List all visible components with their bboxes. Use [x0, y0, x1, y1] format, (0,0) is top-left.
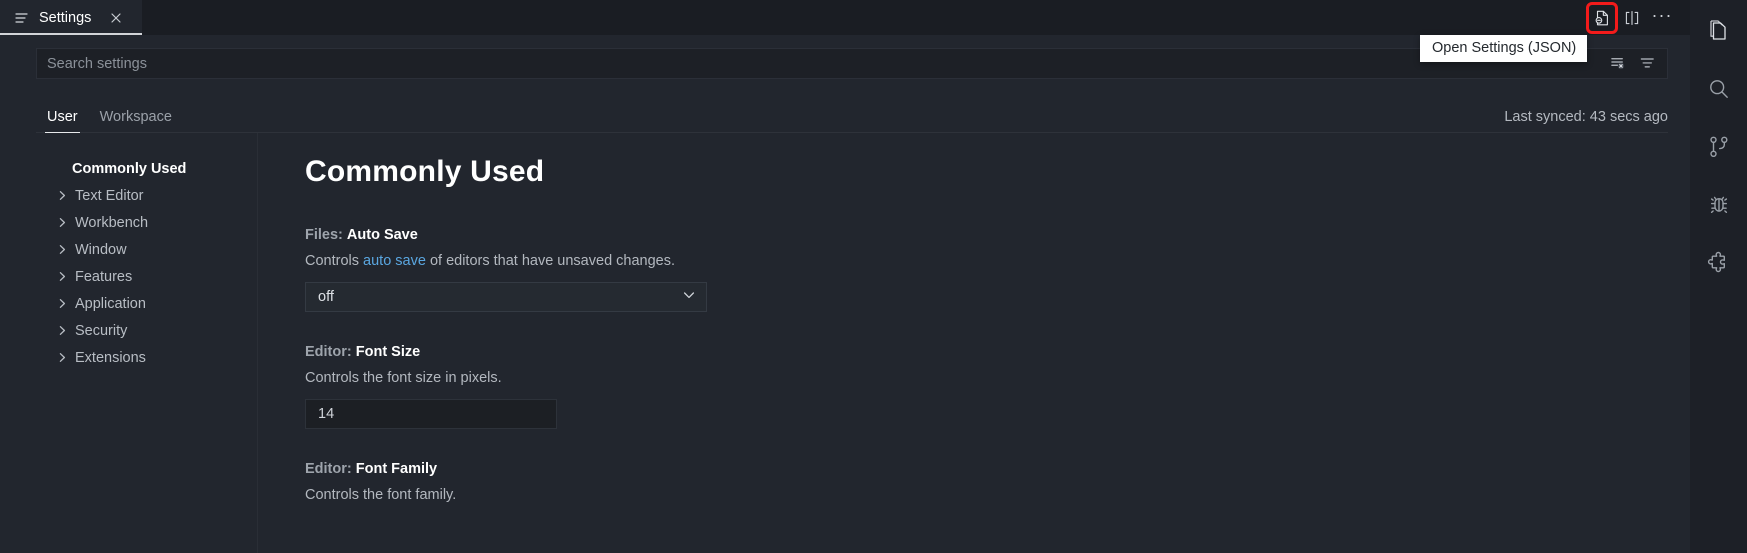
settings-content: Commonly Used Text Editor Workbench Wind…	[0, 133, 1690, 553]
filter-settings-icon[interactable]	[1637, 54, 1657, 74]
chevron-right-icon	[54, 323, 70, 339]
source-control-branch-icon	[1706, 134, 1732, 160]
chevron-right-icon	[54, 215, 70, 231]
chevron-right-icon	[54, 242, 70, 258]
chevron-right-icon	[54, 188, 70, 204]
toc-item-workbench[interactable]: Workbench	[36, 209, 257, 236]
toc-item-label: Window	[75, 241, 127, 258]
setting-category: Editor:	[305, 344, 352, 360]
activity-bar-item-explorer[interactable]	[1690, 4, 1747, 58]
toc-item-label: Commonly Used	[72, 160, 187, 177]
setting-files-auto-save: Files: Auto Save Controls auto save of e…	[305, 227, 1690, 312]
setting-name: Font Size	[355, 344, 421, 360]
toc-item-label: Security	[75, 322, 128, 339]
setting-editor-font-size: Editor: Font Size Controls the font size…	[305, 344, 1690, 429]
tooltip-open-settings-json: Open Settings (JSON)	[1420, 35, 1588, 62]
toc-item-window[interactable]: Window	[36, 236, 257, 263]
toc-item-label: Application	[75, 295, 146, 312]
editor-tab-bar: Settings ···	[0, 0, 1690, 35]
font-size-input[interactable]: 14	[305, 399, 557, 429]
activity-bar	[1690, 0, 1747, 553]
tab-label: Settings	[39, 9, 92, 26]
toc-item-label: Extensions	[75, 349, 146, 366]
more-actions-button[interactable]: ···	[1648, 4, 1676, 32]
toc-item-label: Features	[75, 268, 133, 285]
setting-name: Auto Save	[346, 227, 418, 243]
setting-title: Editor: Font Family	[305, 461, 1690, 477]
desc-text-after: of editors that have unsaved changes.	[425, 253, 676, 269]
settings-list: Commonly Used Files: Auto Save Controls …	[258, 133, 1690, 553]
activity-bar-item-run-and-debug[interactable]	[1690, 178, 1747, 232]
settings-toc: Commonly Used Text Editor Workbench Wind…	[36, 133, 258, 553]
close-icon[interactable]	[106, 8, 126, 28]
run-and-debug-bug-icon	[1706, 192, 1732, 218]
search-icon	[1706, 76, 1732, 102]
setting-name: Font Family	[355, 461, 438, 477]
search-actions	[1600, 54, 1657, 74]
open-settings-json-button[interactable]	[1586, 1, 1618, 34]
auto-save-value: off	[318, 289, 334, 305]
desc-text-before: Controls	[305, 253, 364, 269]
tab-workspace[interactable]: Workspace	[89, 105, 183, 132]
toc-item-commonly-used[interactable]: Commonly Used	[36, 155, 257, 182]
tab-bar-spacer	[143, 0, 1588, 35]
toc-item-label: Text Editor	[75, 187, 144, 204]
toc-item-features[interactable]: Features	[36, 263, 257, 290]
explorer-files-icon	[1706, 18, 1732, 44]
chevron-right-icon	[54, 269, 70, 285]
setting-title: Files: Auto Save	[305, 227, 1690, 243]
chevron-down-icon	[682, 288, 696, 306]
auto-save-dropdown[interactable]: off	[305, 282, 707, 312]
page-title: Commonly Used	[305, 155, 545, 188]
tab-user[interactable]: User	[36, 105, 89, 133]
settings-scope-tabs: User Workspace	[36, 105, 183, 133]
setting-editor-font-family: Editor: Font Family Controls the font fa…	[305, 461, 1690, 503]
toc-item-label: Workbench	[75, 214, 149, 231]
chevron-right-icon	[54, 350, 70, 366]
setting-title: Editor: Font Size	[305, 344, 1690, 360]
auto-save-link[interactable]: auto save	[363, 253, 426, 269]
toc-item-application[interactable]: Application	[36, 290, 257, 317]
ellipsis-icon: ···	[1651, 4, 1673, 25]
setting-description: Controls the font size in pixels.	[305, 370, 502, 386]
tab-settings[interactable]: Settings	[0, 0, 143, 35]
activity-bar-item-search[interactable]	[1690, 62, 1747, 116]
activity-bar-item-extensions[interactable]	[1690, 236, 1747, 290]
setting-description: Controls the font family.	[305, 487, 457, 503]
editor-action-bar: ···	[1586, 0, 1690, 35]
settings-lines-icon	[14, 10, 30, 26]
sync-status-label: Last synced: 43 secs ago	[1504, 109, 1668, 125]
editor-column: Settings ··· Search settings User Worksp…	[0, 0, 1690, 553]
toc-item-extensions[interactable]: Extensions	[36, 344, 257, 371]
clear-search-results-icon[interactable]	[1608, 54, 1628, 74]
extensions-puzzle-icon	[1706, 250, 1732, 276]
settings-scope-row: User Workspace Last synced: 43 secs ago	[36, 97, 1668, 133]
search-input[interactable]	[47, 55, 1600, 72]
activity-bar-item-source-control[interactable]	[1690, 120, 1747, 174]
setting-category: Editor:	[305, 461, 352, 477]
setting-description: Controls auto save of editors that have …	[305, 253, 1690, 269]
toc-item-text-editor[interactable]: Text Editor	[36, 182, 257, 209]
settings-editor: User Workspace Last synced: 43 secs ago …	[0, 35, 1690, 553]
split-editor-button[interactable]	[1618, 4, 1646, 32]
chevron-right-icon	[54, 296, 70, 312]
vscode-window: Settings ··· Search settings User Worksp…	[0, 0, 1747, 553]
setting-category: Files:	[305, 227, 343, 243]
toc-item-security[interactable]: Security	[36, 317, 257, 344]
font-size-value: 14	[318, 406, 335, 422]
